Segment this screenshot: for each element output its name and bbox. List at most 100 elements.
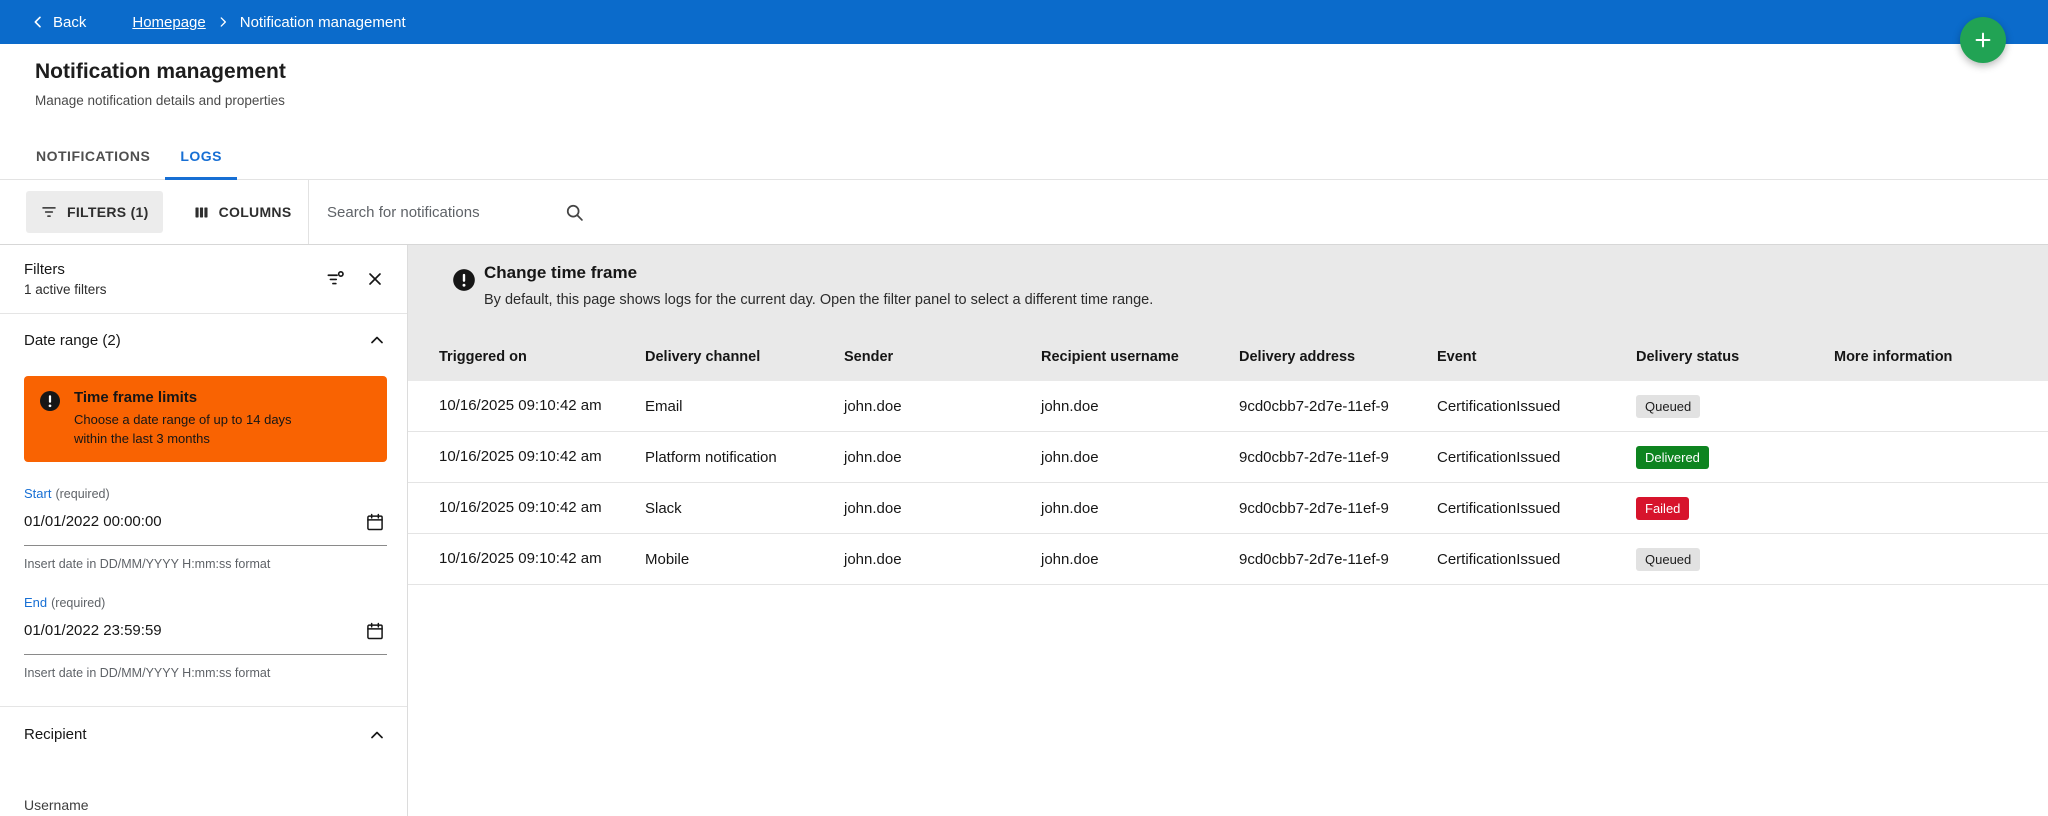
status-badge: Queued bbox=[1636, 547, 1701, 571]
column-header-delivery-status: Delivery status bbox=[1636, 349, 1740, 365]
status-badge: Failed bbox=[1636, 496, 1690, 520]
cell-event: CertificationIssued bbox=[1437, 499, 1561, 517]
end-label-text: End bbox=[24, 594, 48, 610]
cell-event: CertificationIssued bbox=[1437, 448, 1561, 466]
search-input[interactable] bbox=[327, 203, 552, 221]
date-range-section-header[interactable]: Date range (2) bbox=[24, 330, 387, 350]
cell-delivery-channel: Slack bbox=[645, 499, 682, 517]
banner-title: Change time frame bbox=[484, 263, 638, 282]
start-required-text: (required) bbox=[55, 486, 110, 501]
column-header-delivery-channel: Delivery channel bbox=[645, 349, 761, 365]
cell-sender: john.doe bbox=[844, 397, 902, 415]
column-header-event: Event bbox=[1437, 349, 1477, 365]
column-header-sender: Sender bbox=[844, 349, 894, 365]
warning-alert-icon bbox=[38, 389, 62, 413]
chevron-up-icon bbox=[367, 330, 387, 350]
table-row[interactable]: 10/16/2025 09:10:42 am Mobile john.doe j… bbox=[408, 534, 2048, 585]
chevron-right-icon bbox=[216, 15, 230, 29]
search-box bbox=[327, 180, 585, 244]
back-button[interactable]: Back bbox=[30, 14, 86, 31]
search-icon bbox=[564, 202, 585, 223]
calendar-icon bbox=[365, 621, 385, 641]
cell-delivery-status: Queued bbox=[1636, 394, 1834, 418]
filter-icon bbox=[40, 203, 58, 221]
breadcrumb: Homepage Notification management bbox=[132, 14, 405, 31]
cell-sender: john.doe bbox=[844, 448, 902, 466]
end-date-input[interactable]: 01/01/2022 23:59:59 bbox=[24, 619, 387, 655]
columns-button[interactable]: COLUMNS bbox=[179, 191, 306, 233]
cell-delivery-address: 9cd0cbb7-2d7e-11ef-9 bbox=[1239, 397, 1389, 415]
add-notification-button[interactable] bbox=[1960, 17, 2006, 63]
info-alert-icon bbox=[451, 267, 477, 293]
cell-recipient-username: john.doe bbox=[1041, 397, 1099, 415]
start-date-helper: Insert date in DD/MM/YYYY H:mm:ss format bbox=[24, 556, 271, 571]
table-row[interactable]: 10/16/2025 09:10:42 am Email john.doe jo… bbox=[408, 381, 2048, 432]
cell-delivery-channel: Email bbox=[645, 397, 683, 415]
cell-delivery-address: 9cd0cbb7-2d7e-11ef-9 bbox=[1239, 448, 1389, 466]
toolbar-divider bbox=[308, 180, 309, 244]
cell-event: CertificationIssued bbox=[1437, 397, 1561, 415]
columns-button-label: COLUMNS bbox=[218, 204, 292, 220]
panel-divider bbox=[0, 705, 407, 707]
end-date-calendar-button[interactable] bbox=[363, 619, 387, 643]
filter-panel-title: Filters bbox=[24, 261, 65, 278]
cell-delivery-address: 9cd0cbb7-2d7e-11ef-9 bbox=[1239, 499, 1389, 517]
recipient-section-label: Recipient bbox=[24, 726, 87, 744]
start-date-field-group: Start (required) 01/01/2022 00:00:00 Inse… bbox=[24, 486, 387, 571]
end-date-label: End (required) bbox=[24, 595, 387, 610]
column-header-recipient-username: Recipient username bbox=[1041, 349, 1179, 365]
top-navigation-bar: Back Homepage Notification management bbox=[0, 0, 2048, 44]
tab-bar: NOTIFICATIONS LOGS bbox=[0, 132, 2048, 180]
cell-recipient-username: john.doe bbox=[1041, 499, 1099, 517]
end-date-value: 01/01/2022 23:59:59 bbox=[24, 622, 162, 640]
table-row[interactable]: 10/16/2025 09:10:42 am Slack john.doe jo… bbox=[408, 483, 2048, 534]
columns-icon bbox=[193, 204, 210, 221]
cell-sender: john.doe bbox=[844, 550, 902, 568]
cell-delivery-status: Failed bbox=[1636, 496, 1834, 520]
table-row[interactable]: 10/16/2025 09:10:42 am Platform notifica… bbox=[408, 432, 2048, 483]
filter-panel: Filters 1 active filters Date range (2) … bbox=[0, 245, 408, 816]
end-required-text: (required) bbox=[51, 595, 106, 610]
cell-triggered-on: 10/16/2025 09:10:42 am bbox=[439, 448, 602, 466]
calendar-icon bbox=[365, 512, 385, 532]
start-label-text: Start bbox=[24, 485, 52, 501]
clear-filters-icon bbox=[325, 269, 345, 289]
chevron-left-icon bbox=[30, 14, 46, 30]
tab-notifications[interactable]: NOTIFICATIONS bbox=[21, 132, 165, 179]
start-date-value: 01/01/2022 00:00:00 bbox=[24, 513, 162, 531]
end-date-helper: Insert date in DD/MM/YYYY H:mm:ss format bbox=[24, 665, 271, 680]
cell-delivery-status: Delivered bbox=[1636, 445, 1834, 469]
active-filters-count: 1 active filters bbox=[24, 282, 107, 297]
cell-delivery-address: 9cd0cbb7-2d7e-11ef-9 bbox=[1239, 550, 1389, 568]
back-label: Back bbox=[53, 13, 87, 31]
panel-divider bbox=[0, 313, 407, 314]
clear-filters-button[interactable] bbox=[323, 267, 347, 291]
tab-logs[interactable]: LOGS bbox=[165, 132, 237, 180]
cell-delivery-channel: Platform notification bbox=[645, 448, 777, 466]
start-date-input[interactable]: 01/01/2022 00:00:00 bbox=[24, 510, 387, 546]
status-badge: Delivered bbox=[1636, 445, 1709, 469]
filters-button[interactable]: FILTERS (1) bbox=[26, 191, 163, 233]
username-label: Username bbox=[24, 796, 89, 813]
warning-title: Time frame limits bbox=[74, 389, 198, 406]
filter-panel-header: Filters 1 active filters bbox=[24, 261, 387, 297]
column-header-delivery-address: Delivery address bbox=[1239, 349, 1356, 365]
close-filter-panel-button[interactable] bbox=[363, 267, 387, 291]
chevron-up-icon bbox=[367, 725, 387, 745]
breadcrumb-current: Notification management bbox=[239, 13, 406, 31]
cell-delivery-channel: Mobile bbox=[645, 550, 690, 568]
logs-info-banner-zone: Change time frame By default, this page … bbox=[408, 245, 2048, 381]
recipient-section-header[interactable]: Recipient bbox=[24, 725, 387, 745]
breadcrumb-homepage[interactable]: Homepage bbox=[132, 14, 205, 31]
cell-delivery-status: Queued bbox=[1636, 547, 1834, 571]
start-date-calendar-button[interactable] bbox=[363, 510, 387, 534]
cell-event: CertificationIssued bbox=[1437, 550, 1561, 568]
page-title: Notification management bbox=[35, 60, 286, 83]
date-range-section-label: Date range (2) bbox=[24, 331, 121, 349]
status-badge: Queued bbox=[1636, 394, 1701, 418]
plus-icon bbox=[1972, 29, 1994, 51]
start-date-label: Start (required) bbox=[24, 486, 387, 501]
logs-toolbar: FILTERS (1) COLUMNS bbox=[0, 180, 2048, 245]
end-date-field-group: End (required) 01/01/2022 23:59:59 Insert… bbox=[24, 595, 387, 680]
cell-recipient-username: john.doe bbox=[1041, 448, 1099, 466]
